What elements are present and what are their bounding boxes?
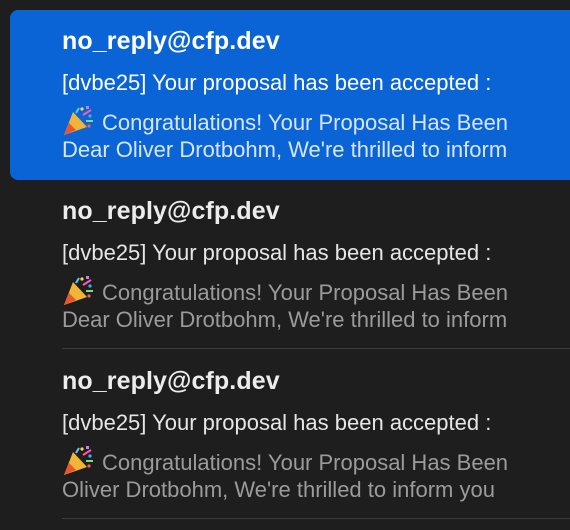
sender: no_reply@cfp.dev [62,27,280,55]
message-list: no_reply@cfp.dev [dvbe25] Your proposal … [0,0,570,530]
party-popper-icon [64,276,93,305]
preview-text: Congratulations! Your Proposal Has Been [102,280,509,305]
sender: no_reply@cfp.dev [62,367,280,395]
party-popper-icon [64,106,93,135]
preview-line-2: Oliver Drotbohm, We're thrilled to infor… [62,477,495,502]
preview-line-2: Dear Oliver Drotbohm, We're thrilled to … [62,307,508,332]
message-separator [62,348,570,349]
sender: no_reply@cfp.dev [62,197,280,225]
preview-text: Congratulations! Your Proposal Has Been [102,450,509,475]
message-separator [62,518,570,519]
message-row-3[interactable]: no_reply@cfp.dev [dvbe25] Your proposal … [10,350,570,520]
party-popper-icon [64,446,93,475]
preview-line-1: Congratulations! Your Proposal Has Been [62,276,508,306]
preview-line-2: Dear Oliver Drotbohm, We're thrilled to … [62,137,508,162]
preview-line-1: Congratulations! Your Proposal Has Been [62,106,508,136]
subject: [dvbe25] Your proposal has been accepted… [62,410,492,435]
preview-text: Congratulations! Your Proposal Has Been [102,110,509,135]
preview-line-1: Congratulations! Your Proposal Has Been [62,446,508,476]
message-row-1[interactable]: no_reply@cfp.dev [dvbe25] Your proposal … [10,10,570,180]
subject: [dvbe25] Your proposal has been accepted… [62,240,492,265]
subject: [dvbe25] Your proposal has been accepted… [62,70,492,95]
message-row-2[interactable]: no_reply@cfp.dev [dvbe25] Your proposal … [10,180,570,350]
